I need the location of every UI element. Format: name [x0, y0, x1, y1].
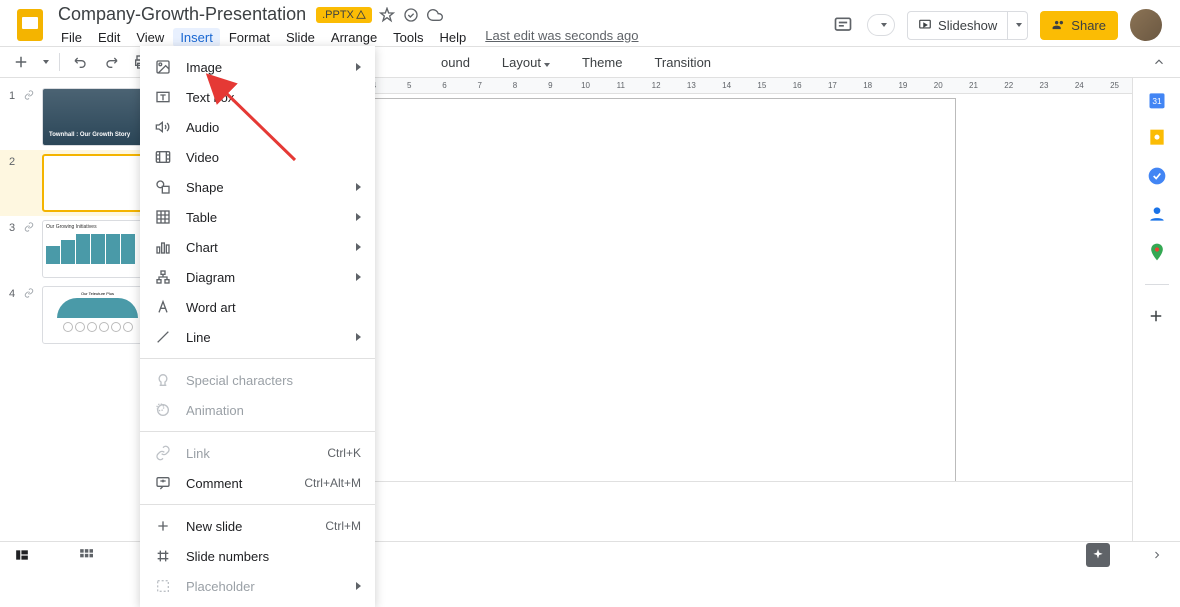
- insert-menu-diagram[interactable]: Diagram: [140, 262, 375, 292]
- insert-menu-animation: Animation: [140, 395, 375, 425]
- addons-icon[interactable]: [1147, 307, 1167, 327]
- insert-menu-new-slide[interactable]: New slideCtrl+M: [140, 511, 375, 541]
- line-icon: [154, 328, 172, 346]
- insert-menu-line[interactable]: Line: [140, 322, 375, 352]
- share-button[interactable]: Share: [1040, 11, 1118, 40]
- insert-menu-text-box[interactable]: Text box: [140, 82, 375, 112]
- insert-menu-word-art[interactable]: Word art: [140, 292, 375, 322]
- new-slide-button[interactable]: [10, 51, 32, 73]
- menu-help[interactable]: Help: [433, 28, 474, 47]
- slideshow-button[interactable]: Slideshow: [907, 11, 1008, 40]
- collapse-toolbar-button[interactable]: [1148, 51, 1170, 73]
- insert-menu-dropdown: ImageText boxAudioVideoShapeTableChartDi…: [140, 46, 375, 607]
- menu-bar: FileEditViewInsertFormatSlideArrangeTool…: [54, 28, 831, 47]
- new-slide-dropdown[interactable]: [43, 60, 49, 64]
- newslide-icon: [154, 517, 172, 535]
- contacts-icon[interactable]: [1147, 204, 1167, 224]
- svg-text:31: 31: [1152, 96, 1162, 106]
- chevron-right-icon: [356, 243, 361, 251]
- chart-icon: [154, 238, 172, 256]
- keep-icon[interactable]: [1147, 128, 1167, 148]
- maps-icon[interactable]: [1147, 242, 1167, 262]
- insert-menu-chart[interactable]: Chart: [140, 232, 375, 262]
- transition-button[interactable]: Transition: [646, 51, 719, 74]
- diagram-icon: [154, 268, 172, 286]
- slide-thumbnail-3[interactable]: 3Our Growing Initiatives: [0, 216, 159, 282]
- slideshow-dropdown[interactable]: [1008, 11, 1028, 40]
- chevron-right-icon: [356, 213, 361, 221]
- wordart-icon: [154, 298, 172, 316]
- chevron-right-icon: [356, 582, 361, 590]
- undo-button[interactable]: [70, 51, 92, 73]
- insert-menu-link: LinkCtrl+K: [140, 438, 375, 468]
- insert-menu-table[interactable]: Table: [140, 202, 375, 232]
- side-panel: 31: [1132, 78, 1180, 541]
- insert-menu-video[interactable]: Video: [140, 142, 375, 172]
- audio-icon: [154, 118, 172, 136]
- textbox-icon: [154, 88, 172, 106]
- insert-menu-shape[interactable]: Shape: [140, 172, 375, 202]
- star-icon[interactable]: [378, 6, 396, 24]
- menu-tools[interactable]: Tools: [386, 28, 430, 47]
- meet-button[interactable]: [867, 14, 895, 36]
- shape-icon: [154, 178, 172, 196]
- tasks-icon[interactable]: [1147, 166, 1167, 186]
- placeholder-icon: [154, 577, 172, 595]
- collapse-sidepanel-button[interactable]: [1144, 542, 1170, 568]
- calendar-icon[interactable]: 31: [1147, 90, 1167, 110]
- animation-icon: [154, 401, 172, 419]
- explore-button[interactable]: [1086, 543, 1110, 567]
- chevron-right-icon: [356, 333, 361, 341]
- menu-insert[interactable]: Insert: [173, 28, 220, 47]
- video-icon: [154, 148, 172, 166]
- cloud-icon[interactable]: [426, 6, 444, 24]
- slide-thumbnail-1[interactable]: 1Townhall : Our Growth Story: [0, 84, 159, 150]
- menu-edit[interactable]: Edit: [91, 28, 127, 47]
- chevron-right-icon: [356, 273, 361, 281]
- comment-icon: [154, 474, 172, 492]
- layout-button[interactable]: Layout: [494, 51, 558, 74]
- menu-slide[interactable]: Slide: [279, 28, 322, 47]
- special-icon: [154, 371, 172, 389]
- user-avatar[interactable]: [1130, 9, 1162, 41]
- move-icon[interactable]: [402, 6, 420, 24]
- table-icon: [154, 208, 172, 226]
- redo-button[interactable]: [100, 51, 122, 73]
- menu-view[interactable]: View: [129, 28, 171, 47]
- insert-menu-placeholder: Placeholder: [140, 571, 375, 601]
- menu-format[interactable]: Format: [222, 28, 277, 47]
- slide-thumbnail-4[interactable]: 4Our Teleuture Plus: [0, 282, 159, 348]
- slide-thumbnail-2[interactable]: 2: [0, 150, 159, 216]
- slide-filmstrip: 1Townhall : Our Growth Story23Our Growin…: [0, 78, 160, 541]
- slide-canvas[interactable]: [336, 98, 956, 492]
- filmstrip-view-button[interactable]: [10, 545, 34, 565]
- chevron-right-icon: [356, 183, 361, 191]
- insert-menu-comment[interactable]: CommentCtrl+Alt+M: [140, 468, 375, 498]
- slidenumbers-icon: [154, 547, 172, 565]
- slides-logo[interactable]: [12, 7, 48, 43]
- doc-title[interactable]: Company-Growth-Presentation: [54, 3, 310, 26]
- insert-menu-special-characters: Special characters: [140, 365, 375, 395]
- image-icon: [154, 58, 172, 76]
- pptx-badge: .PPTX: [316, 7, 372, 23]
- grid-view-button[interactable]: [74, 545, 98, 565]
- chevron-right-icon: [356, 63, 361, 71]
- insert-menu-image[interactable]: Image: [140, 52, 375, 82]
- theme-button[interactable]: Theme: [574, 51, 630, 74]
- link-icon: [154, 444, 172, 462]
- background-button[interactable]: ound: [433, 51, 478, 74]
- insert-menu-audio[interactable]: Audio: [140, 112, 375, 142]
- last-edit-link[interactable]: Last edit was seconds ago: [485, 28, 638, 47]
- menu-arrange[interactable]: Arrange: [324, 28, 384, 47]
- comment-history-icon[interactable]: [831, 13, 855, 37]
- menu-file[interactable]: File: [54, 28, 89, 47]
